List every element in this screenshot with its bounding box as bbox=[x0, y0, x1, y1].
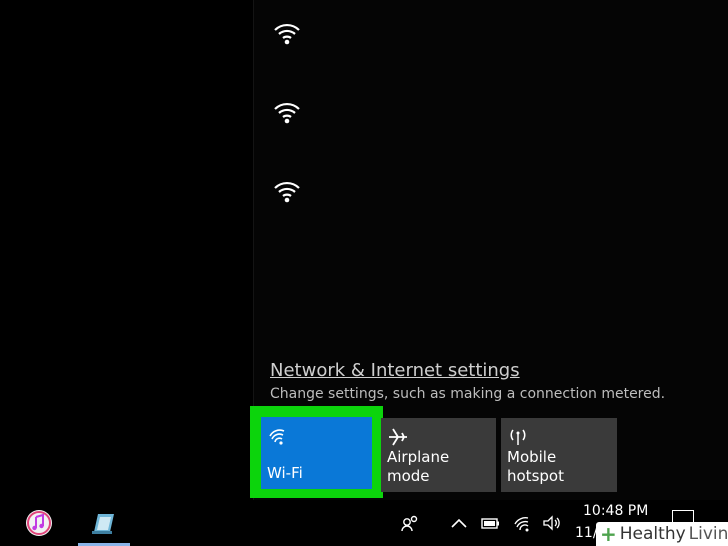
itunes-icon[interactable] bbox=[24, 508, 54, 538]
airplane-tile-label: Airplane mode bbox=[387, 448, 450, 485]
hotspot-icon bbox=[510, 429, 526, 445]
settings-description: Change settings, such as making a connec… bbox=[270, 386, 666, 402]
clock-time[interactable]: 10:48 PM bbox=[583, 503, 648, 519]
clock-date[interactable]: 11/ bbox=[575, 525, 598, 541]
people-icon[interactable] bbox=[400, 513, 420, 533]
wifi-tile-label: Wi-Fi bbox=[267, 464, 303, 482]
wifi-icon[interactable] bbox=[513, 513, 533, 533]
network-list-item[interactable] bbox=[272, 176, 312, 216]
healthy-living-watermark: + Healthy Living bbox=[596, 522, 728, 546]
wifi-signal-icon bbox=[274, 181, 300, 203]
wifi-icon bbox=[269, 429, 285, 445]
network-list-item[interactable] bbox=[272, 97, 312, 137]
airplane-mode-tile[interactable]: Airplane mode bbox=[381, 418, 496, 492]
wifi-toggle-tile[interactable]: Wi-Fi bbox=[261, 417, 372, 489]
airplane-icon bbox=[389, 428, 407, 446]
network-internet-settings-link[interactable]: Network & Internet settings bbox=[270, 360, 520, 381]
volume-icon[interactable] bbox=[542, 513, 562, 533]
watermark-brand: Healthy bbox=[619, 524, 686, 544]
plus-icon: + bbox=[600, 522, 617, 546]
hotspot-label-line1: Mobile bbox=[507, 448, 557, 466]
hotspot-tile-label: Mobile hotspot bbox=[507, 448, 564, 486]
wifi-signal-icon bbox=[274, 102, 300, 124]
desktop-background bbox=[0, 0, 253, 500]
mobile-hotspot-tile[interactable]: Mobile hotspot bbox=[501, 418, 617, 492]
wifi-signal-icon bbox=[274, 23, 300, 45]
notebook-icon[interactable] bbox=[88, 508, 118, 538]
chevron-up-icon[interactable] bbox=[449, 513, 469, 533]
network-list-item[interactable] bbox=[272, 18, 312, 58]
watermark-suffix: Living bbox=[688, 524, 728, 544]
battery-icon[interactable] bbox=[480, 513, 500, 533]
hotspot-label-line2: hotspot bbox=[507, 467, 564, 485]
